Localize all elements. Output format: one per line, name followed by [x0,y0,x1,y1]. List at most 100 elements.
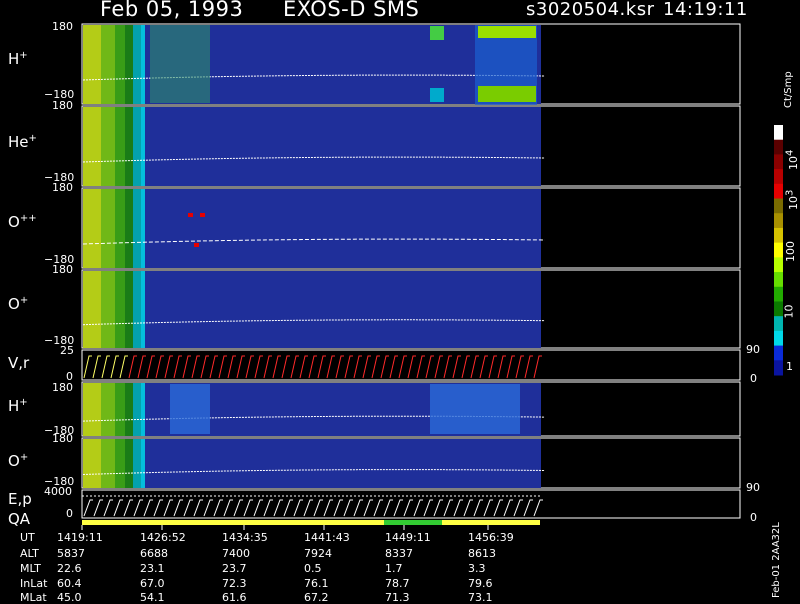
ytick-max: 180 [52,181,73,194]
table-cell: 1.7 [385,562,403,575]
spectrogram-band [133,439,141,488]
ytick-max: 4000 [44,485,72,498]
qa-bar [82,520,540,525]
spectrogram-band [101,439,115,488]
spectrogram-band [115,271,125,348]
spectrogram-plot [81,23,783,530]
table-cell: 67.0 [140,577,165,590]
table-cell: 22.6 [57,562,82,575]
table-cell: 3.3 [468,562,486,575]
panel-label-qa: QA [8,510,31,528]
spectrogram-patch [430,88,444,102]
spectrogram-band [101,25,115,104]
right-axis-bottom: 0 [750,511,757,524]
table-cell: 60.4 [57,577,82,590]
spectrogram-bg [83,439,541,488]
panel-label-velocity: V,r [8,354,30,372]
ytick-min: 0 [66,507,73,520]
spectrogram-patch [430,26,444,40]
right-axis-bottom: 0 [750,372,757,385]
spectrogram-band [141,107,145,186]
panel-label-h-plus-bottom: H+ [8,397,28,415]
colorbar-segment [774,139,783,155]
ytick-max: 180 [52,381,73,394]
spectrogram-band [83,271,101,348]
data-speck [188,213,193,217]
table-cell: 23.7 [222,562,247,575]
table-cell: 72.3 [222,577,247,590]
table-cell: 8337 [385,547,413,560]
spectrogram-bg [83,189,541,268]
panel-label-h-plus-top: H+ [8,50,28,68]
spectrogram-band [141,383,145,436]
colorbar-segment [774,286,783,302]
panel-label-energy: E,p [8,490,32,508]
spectrogram-band [83,383,101,436]
colorbar-segment [774,257,783,273]
ytick-max: 180 [52,20,73,33]
spectrogram-patch [478,26,536,38]
panel-frame [81,489,741,519]
colorbar-segment [774,154,783,170]
spectrogram-band [141,189,145,268]
data-speck [194,243,199,247]
spectrogram-band [83,439,101,488]
spectrogram-band [101,383,115,436]
spectrogram-patch [478,86,536,102]
panel-label-o-plus-top: O+ [8,295,29,313]
spectrogram-band [125,189,133,268]
row-label: UT [20,531,35,544]
table-cell: 67.2 [304,591,329,604]
footer-id: Feb-01 2AA32L [771,522,782,598]
spectrogram-band [101,271,115,348]
ytick-max: 180 [52,263,73,276]
table-cell: 0.5 [304,562,322,575]
table-cell: 76.1 [304,577,329,590]
panel-label-o-plus-plus: O++ [8,213,37,231]
table-cell: 7924 [304,547,332,560]
colorbar-segment [774,169,783,185]
table-cell: 54.1 [140,591,165,604]
row-label: MLT [20,562,41,575]
colorbar-tick: 10 [782,304,796,319]
table-cell: 23.1 [140,562,165,575]
spectrogram-patch [430,384,520,434]
table-cell: 8613 [468,547,496,560]
spectrogram-bg [83,271,541,348]
colorbar-segment [774,242,783,258]
spectrogram-band [133,383,141,436]
colorbar-segment [774,345,783,361]
spectrogram-patch [150,25,210,103]
spectrogram-band [133,271,141,348]
table-cell: 1434:35 [222,531,268,544]
spectrogram-band [83,189,101,268]
table-cell: 45.0 [57,591,82,604]
colorbar-segment [774,198,783,214]
spectrogram-band [101,107,115,186]
table-cell: 73.1 [468,591,493,604]
colorbar-tick: 1 [786,360,793,373]
qa-bar-segment [384,520,442,525]
table-cell: 5837 [57,547,85,560]
panel-label-o-plus-bottom: O+ [8,452,29,470]
spectrogram-band [115,189,125,268]
table-cell: 71.3 [385,591,410,604]
table-cell: 1449:11 [385,531,431,544]
row-label: InLat [20,577,48,590]
table-cell: 1419:11 [57,531,103,544]
spectrogram-band [125,383,133,436]
spectrogram-band [115,383,125,436]
table-cell: 1441:43 [304,531,350,544]
ytick-max: 180 [52,432,73,445]
spectrogram-band [115,107,125,186]
right-axis-top: 90 [746,343,760,356]
spectrogram-band [83,107,101,186]
ytick-max: 180 [52,99,73,112]
spectrogram-band [125,439,133,488]
spectrogram-patch [170,384,210,434]
spectrogram-band [83,25,101,104]
table-cell: 1456:39 [468,531,514,544]
spectrogram-band [115,25,125,104]
table-cell: 6688 [140,547,168,560]
row-label: ALT [20,547,39,560]
